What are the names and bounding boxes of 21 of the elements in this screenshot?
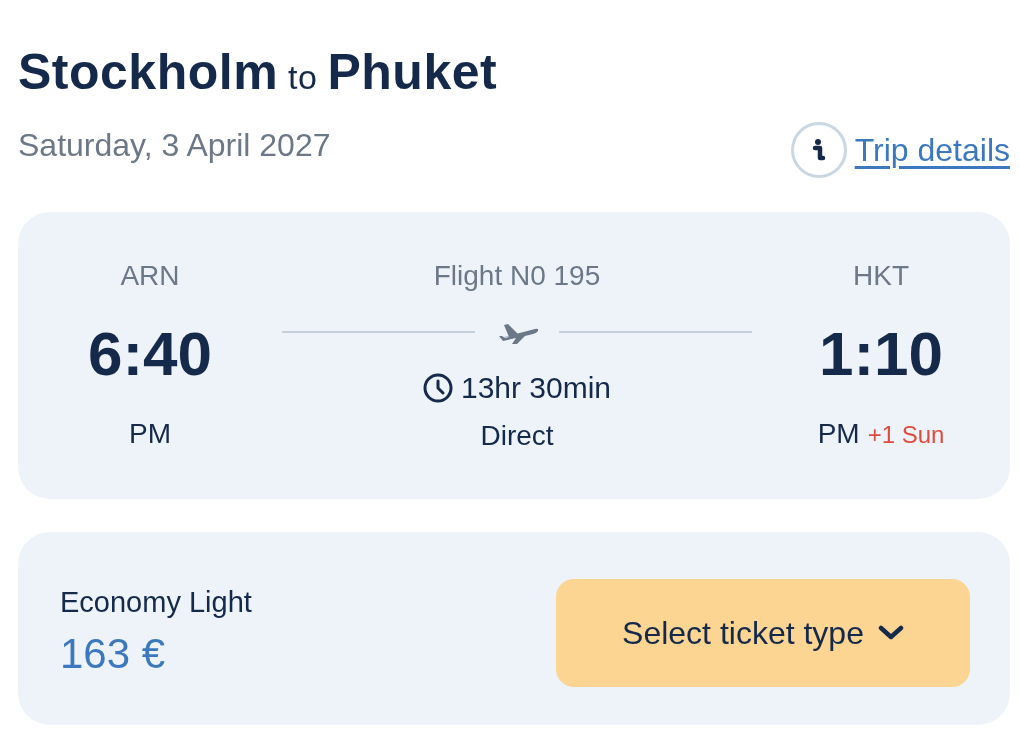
origin-city: Stockholm [18,44,279,100]
fare-price: 163 € [60,628,167,679]
departure-time: 6:40 [87,318,213,390]
stops-text: Direct [480,419,554,453]
duration-text: 13hr 30min [460,370,612,406]
departure-airport: ARN [120,259,180,293]
arrival-time: 1:10 [818,318,944,390]
trip-details-link[interactable]: Trip details [854,126,1010,174]
date-text: Saturday, 3 April 2027 [18,126,331,165]
arrival-airport: HKT [853,259,909,293]
connector-text: to [288,58,318,96]
day-offset-text: +1 Sun [867,420,945,450]
flight-number: Flight N0 195 [433,259,601,293]
fare-name: Economy Light [60,584,252,620]
clock-icon [422,373,453,403]
select-ticket-type-button[interactable]: Select ticket type [556,578,970,687]
departure-period: PM [129,417,171,451]
destination-city: Phuket [327,44,498,100]
info-icon [790,122,847,178]
chevron-down-icon [877,624,904,641]
arrival-period: PM [817,417,860,451]
